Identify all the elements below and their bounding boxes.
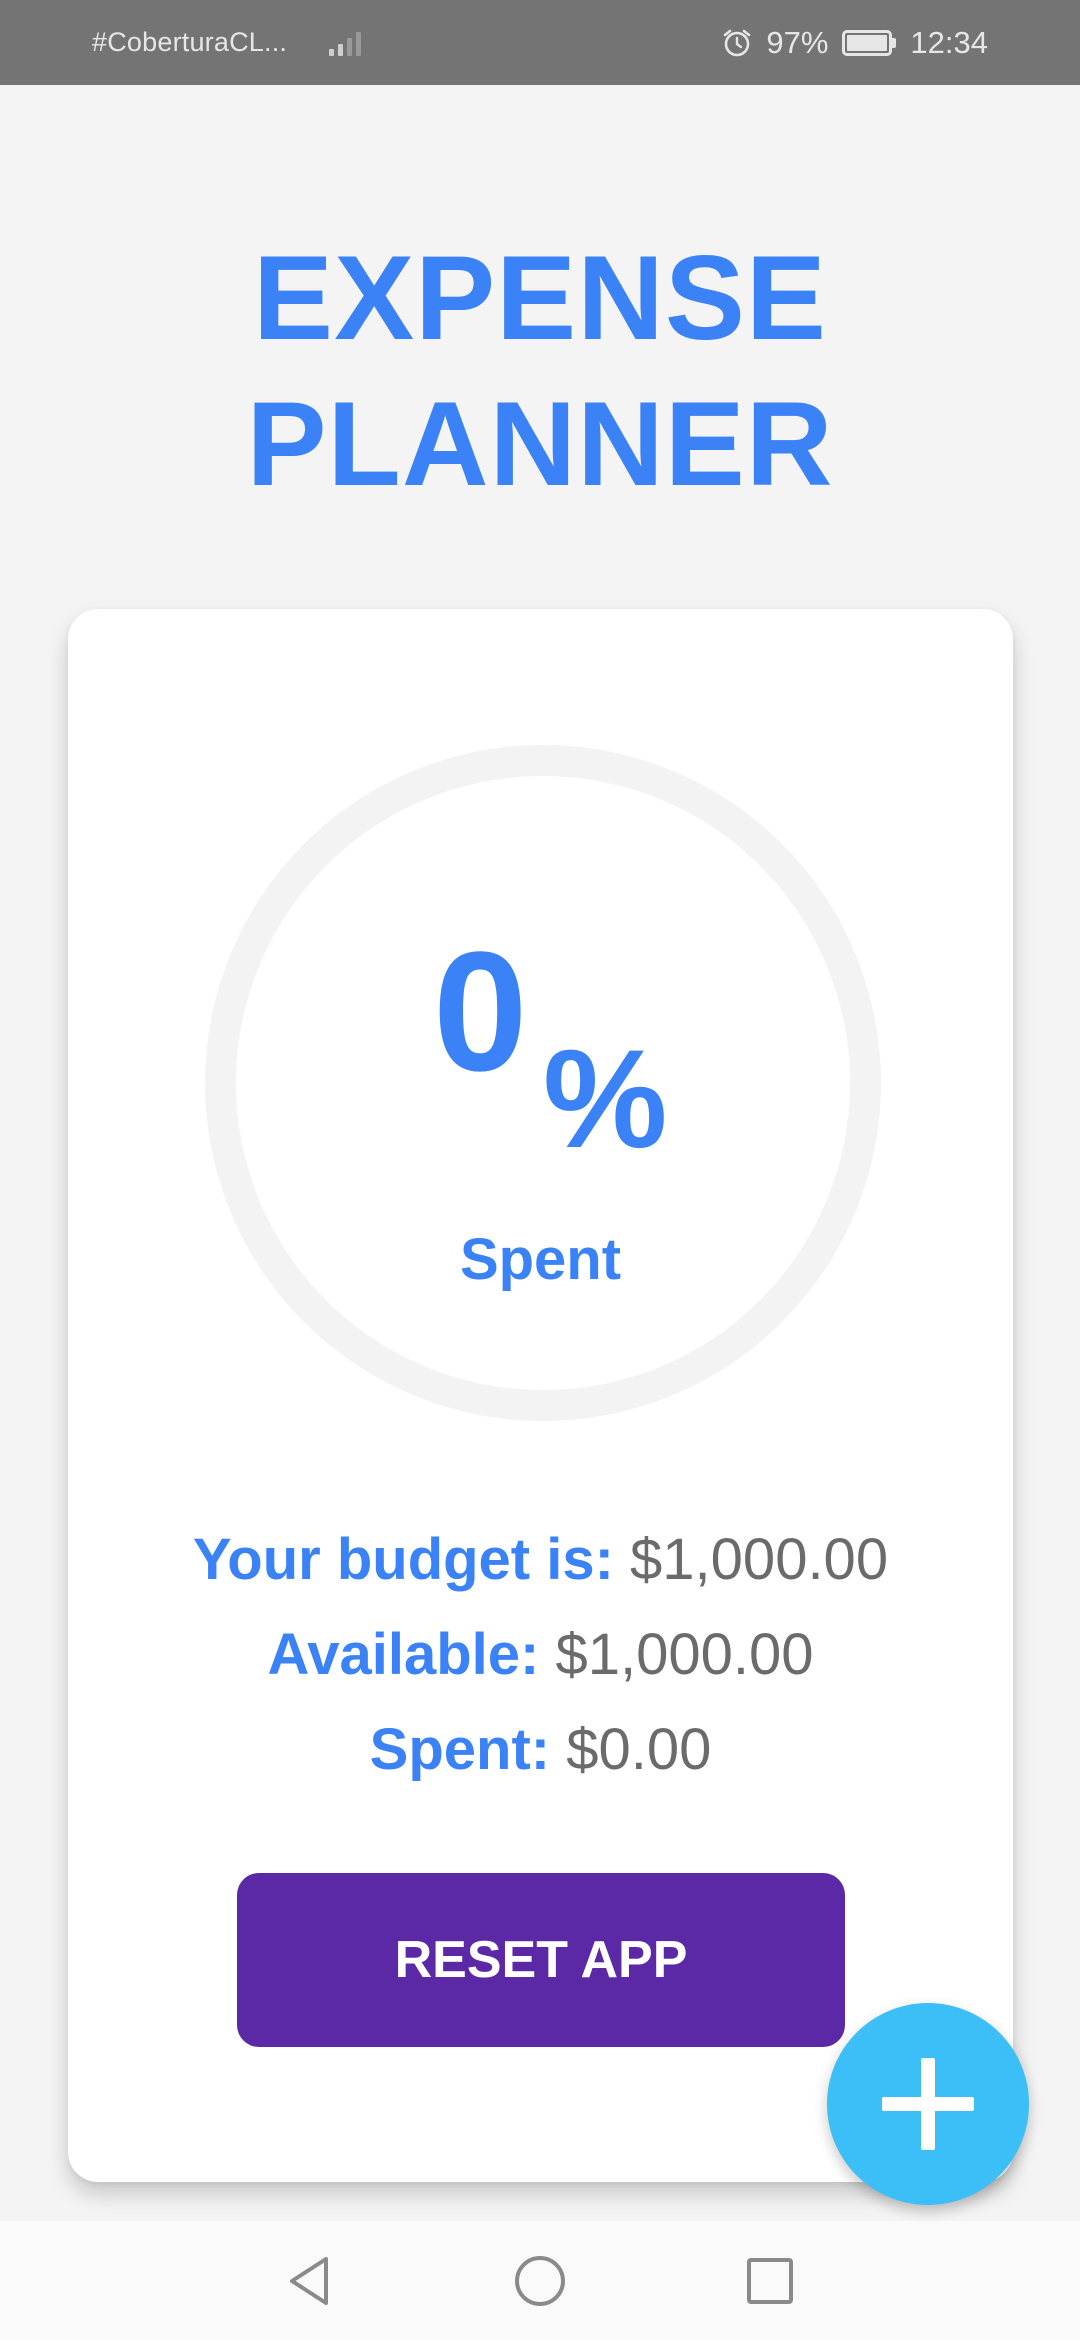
back-icon[interactable]: [280, 2251, 340, 2311]
clock: 12:34: [910, 24, 988, 60]
budget-row: Your budget is: $1,000.00: [68, 1525, 1013, 1595]
plus-icon: [882, 2058, 974, 2150]
alarm-icon: [724, 29, 751, 56]
title-line-1: EXPENSE: [253, 231, 827, 365]
battery-icon: [842, 29, 897, 56]
available-row: Available: $1,000.00: [68, 1620, 1013, 1690]
page-title: EXPENSE PLANNER: [0, 225, 1080, 517]
reset-app-button[interactable]: RESET APP: [237, 1873, 845, 2047]
home-icon[interactable]: [510, 2251, 570, 2311]
available-value: $1,000.00: [555, 1622, 814, 1687]
recents-icon[interactable]: [740, 2251, 800, 2311]
status-bar-right: 97% 12:34: [722, 25, 988, 61]
progress-label: Spent: [459, 1227, 622, 1292]
status-bar-left: #CoberturaCL...: [92, 27, 362, 58]
available-label: Available:: [267, 1622, 540, 1687]
budget-label: Your budget is:: [192, 1527, 614, 1592]
status-bar: #CoberturaCL... 97% 12:34: [0, 0, 1080, 85]
spent-value: $0.00: [566, 1717, 712, 1782]
title-line-2: PLANNER: [246, 377, 834, 511]
add-expense-button[interactable]: [827, 2003, 1029, 2205]
carrier-name: #CoberturaCL...: [92, 27, 288, 57]
budget-card: 0 % Spent Your budget is: $1,000.00 Avai…: [68, 609, 1013, 2182]
progress-percent-sign: %: [543, 1020, 668, 1177]
spent-row: Spent: $0.00: [68, 1715, 1013, 1785]
spent-label: Spent:: [369, 1717, 551, 1782]
progress-percent-value: 0: [433, 917, 528, 1107]
system-nav-bar: [0, 2221, 1080, 2340]
signal-icon: [329, 30, 362, 56]
budget-value: $1,000.00: [630, 1527, 889, 1592]
battery-percent: 97%: [766, 24, 829, 60]
